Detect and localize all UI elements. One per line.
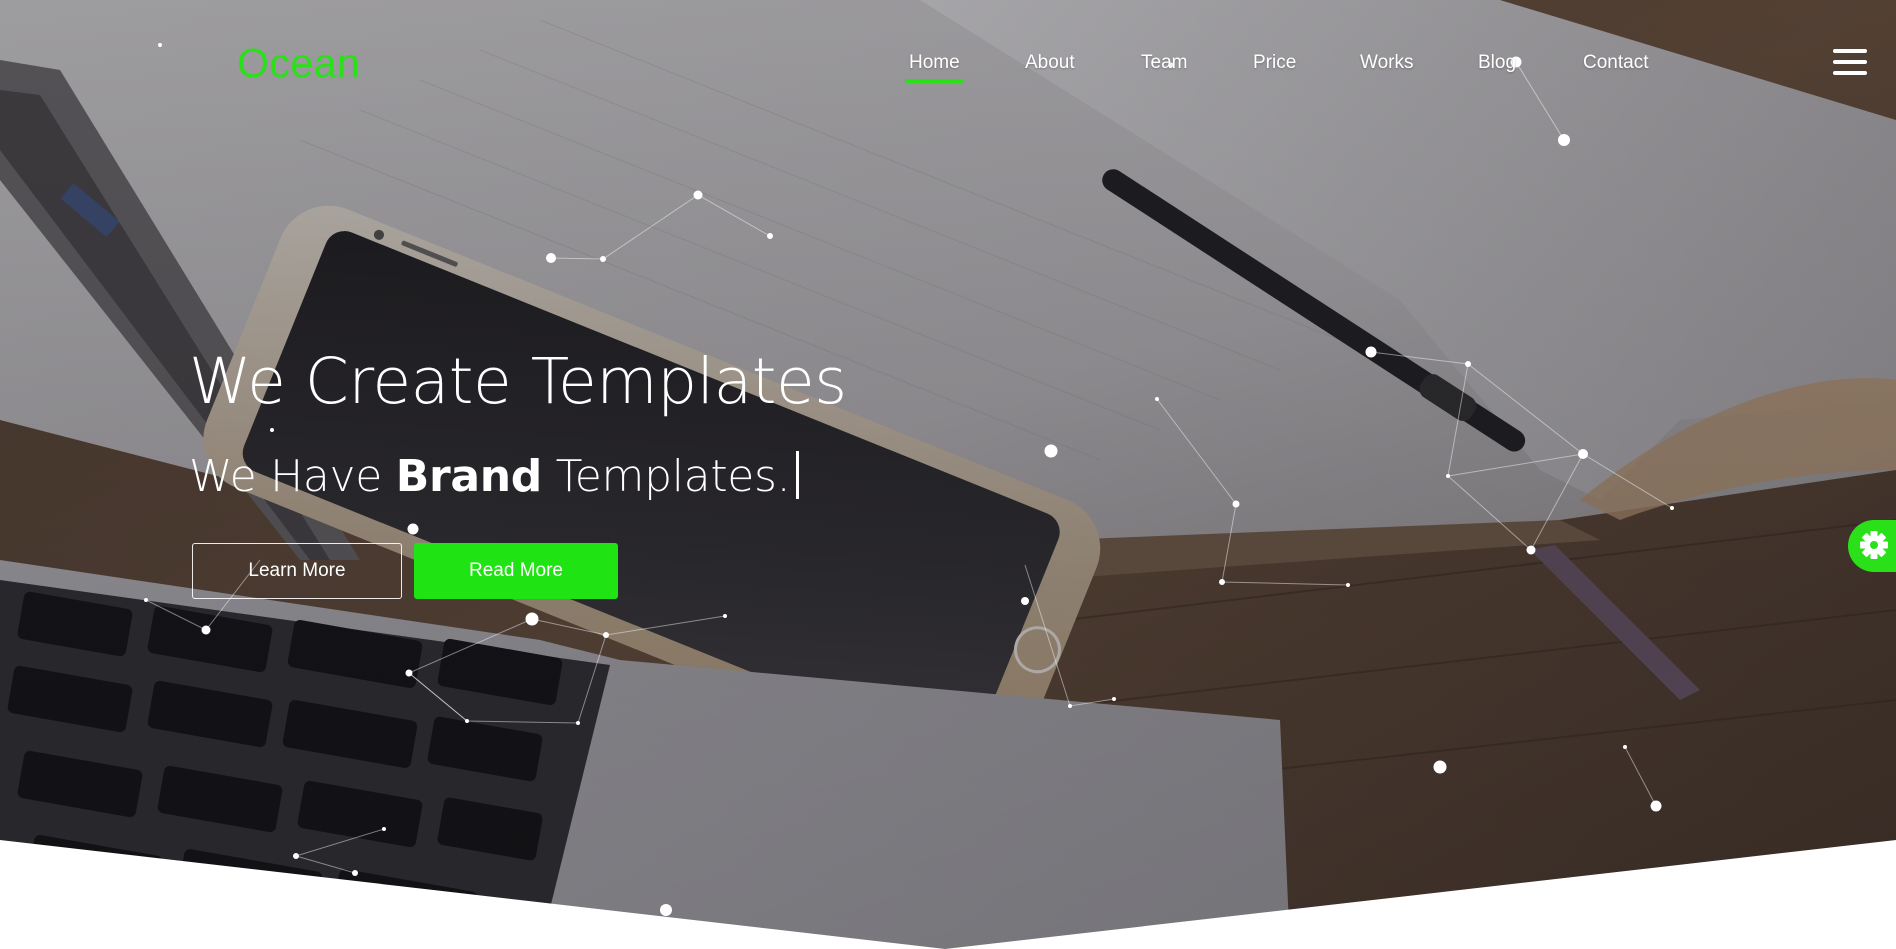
subhead-bold-word: Brand (395, 451, 543, 502)
nav-item-about[interactable]: About (1025, 52, 1075, 74)
subhead-prefix: We Have (189, 451, 383, 502)
hero-subheadline: We Have Brand Templates. (189, 451, 800, 502)
nav-item-home[interactable]: Home (905, 52, 964, 83)
main-nav: Home About Team Price Works Blog Contact (0, 52, 1896, 83)
gear-icon (1860, 531, 1888, 559)
nav-item-team[interactable]: Team (1141, 52, 1187, 74)
nav-item-price[interactable]: Price (1253, 52, 1296, 74)
nav-item-contact[interactable]: Contact (1583, 52, 1648, 74)
nav-item-blog[interactable]: Blog (1478, 52, 1516, 74)
read-more-button[interactable]: Read More (414, 543, 618, 599)
settings-toggle-button[interactable] (1848, 520, 1896, 572)
hamburger-menu-icon[interactable] (1833, 49, 1867, 75)
learn-more-button[interactable]: Learn More (192, 543, 402, 599)
typing-cursor (796, 451, 800, 499)
hero-headline: We Create Templates (189, 345, 847, 418)
nav-item-works[interactable]: Works (1360, 52, 1413, 74)
subhead-suffix: Templates. (555, 451, 791, 502)
